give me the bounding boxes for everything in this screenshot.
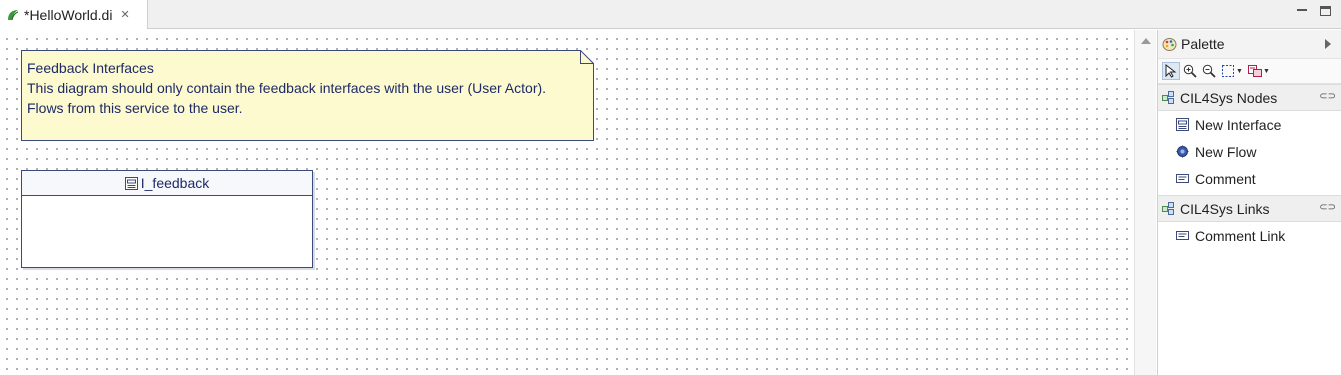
interface-icon — [1176, 118, 1189, 131]
marquee-select-icon — [1222, 65, 1234, 77]
comment-icon — [1176, 174, 1189, 183]
vertical-scrollbar[interactable] — [1134, 30, 1156, 375]
drawer-cil4sys-links[interactable]: CIL4Sys Links ⊂⊃ — [1158, 195, 1341, 222]
maximize-button[interactable] — [1320, 6, 1331, 16]
interface-icon — [124, 176, 138, 190]
drawer-label: CIL4Sys Nodes — [1180, 89, 1278, 106]
palette-entry-comment[interactable]: Comment — [1158, 165, 1341, 192]
flow-icon — [1176, 145, 1189, 158]
palette-entry-label: New Flow — [1195, 143, 1257, 160]
papyrus-icon — [8, 9, 19, 20]
drawer-links-icon — [1162, 202, 1174, 215]
palette-icon — [1162, 37, 1177, 51]
interface-node[interactable]: I_feedback — [21, 170, 313, 268]
palette-panel: Palette ▼ ▼ CIL4Sys Nodes ⊂⊃ New Interfa… — [1157, 30, 1341, 375]
palette-entry-label: Comment — [1195, 170, 1256, 187]
comment-line-title: Feedback Interfaces — [27, 60, 154, 76]
zoom-in-icon — [1183, 64, 1197, 78]
close-icon[interactable]: ✕ — [120, 8, 129, 21]
scroll-up-arrow-icon[interactable] — [1141, 38, 1151, 44]
diagram-canvas[interactable]: Feedback Interfaces This diagram should … — [0, 30, 1134, 375]
cursor-arrow-icon — [1165, 64, 1177, 78]
editor-tab-title: *HelloWorld.di — [24, 6, 113, 23]
comment-body: Feedback Interfaces This diagram should … — [27, 58, 546, 118]
note-tool-button[interactable] — [1246, 62, 1264, 80]
palette-entry-label: New Interface — [1195, 116, 1282, 133]
note-tool-dropdown-arrow-icon[interactable]: ▼ — [1263, 68, 1270, 75]
marquee-dropdown-arrow-icon[interactable]: ▼ — [1236, 68, 1243, 75]
zoom-in-button[interactable] — [1181, 62, 1199, 80]
comment-link-icon — [1176, 231, 1189, 240]
interface-node-name: I_feedback — [140, 175, 210, 191]
interface-node-header: I_feedback — [22, 171, 312, 196]
drawer-label: CIL4Sys Links — [1180, 200, 1270, 217]
zoom-out-button[interactable] — [1200, 62, 1218, 80]
drawer-cil4sys-nodes[interactable]: CIL4Sys Nodes ⊂⊃ — [1158, 84, 1341, 111]
palette-entry-new-interface[interactable]: New Interface — [1158, 111, 1341, 138]
minimize-button[interactable] — [1296, 5, 1308, 17]
select-tool-button[interactable] — [1162, 62, 1180, 80]
palette-title: Palette — [1181, 36, 1225, 52]
marquee-tool-button[interactable] — [1219, 62, 1237, 80]
palette-entry-label: Comment Link — [1195, 227, 1286, 244]
pin-icon[interactable]: ⊂⊃ — [1319, 202, 1336, 213]
editor-tab[interactable]: *HelloWorld.di ✕ — [0, 0, 148, 29]
editor-tab-bar: *HelloWorld.di ✕ — [0, 0, 1341, 29]
palette-entry-comment-link[interactable]: Comment Link — [1158, 222, 1341, 249]
comment-note[interactable]: Feedback Interfaces This diagram should … — [21, 50, 594, 141]
zoom-out-icon — [1202, 64, 1216, 78]
palette-entry-new-flow[interactable]: New Flow — [1158, 138, 1341, 165]
palette-toolbar: ▼ ▼ — [1158, 59, 1341, 84]
palette-header[interactable]: Palette — [1158, 30, 1341, 59]
note-attachment-icon — [1247, 65, 1262, 77]
comment-line-1: This diagram should only contain the fee… — [27, 80, 547, 96]
comment-line-2: Flows from this service to the user. — [27, 100, 243, 116]
drawer-nodes-icon — [1162, 91, 1174, 104]
palette-collapse-arrow-icon[interactable] — [1325, 39, 1331, 49]
pin-icon[interactable]: ⊂⊃ — [1319, 91, 1336, 102]
